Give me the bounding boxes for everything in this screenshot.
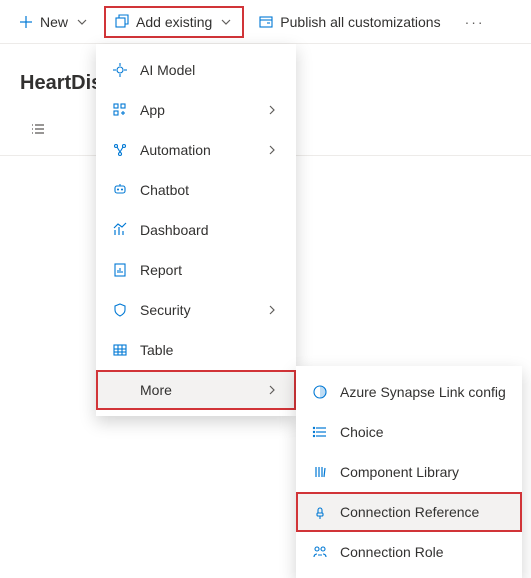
menu-item-chatbot[interactable]: Chatbot [96, 170, 296, 210]
publish-label: Publish all customizations [280, 14, 440, 30]
submenu-label: Choice [340, 424, 506, 440]
synapse-icon [312, 384, 328, 400]
ai-model-icon [112, 62, 128, 78]
component-library-icon [312, 464, 328, 480]
publish-button[interactable]: Publish all customizations [248, 6, 450, 38]
submenu-label: Azure Synapse Link config [340, 384, 506, 400]
submenu-label: Connection Reference [340, 504, 506, 520]
list-view-icon[interactable] [30, 121, 46, 137]
automation-icon [112, 142, 128, 158]
chevron-right-icon [264, 382, 280, 398]
menu-item-security[interactable]: Security [96, 290, 296, 330]
publish-icon [258, 14, 274, 30]
dashboard-icon [112, 222, 128, 238]
new-label: New [40, 14, 68, 30]
connection-role-icon [312, 544, 328, 560]
command-bar: New Add existing Publish all customizati… [0, 0, 531, 44]
chevron-down-icon [218, 14, 234, 30]
table-icon [112, 342, 128, 358]
submenu-item-synapse[interactable]: Azure Synapse Link config [296, 372, 522, 412]
report-icon [112, 262, 128, 278]
menu-item-table[interactable]: Table [96, 330, 296, 370]
submenu-item-choice[interactable]: Choice [296, 412, 522, 452]
plus-icon [18, 14, 34, 30]
chevron-down-icon [74, 14, 90, 30]
menu-label: Report [140, 262, 280, 278]
submenu-item-component-library[interactable]: Component Library [296, 452, 522, 492]
menu-item-automation[interactable]: Automation [96, 130, 296, 170]
submenu-label: Component Library [340, 464, 506, 480]
menu-label: Chatbot [140, 182, 280, 198]
add-existing-button[interactable]: Add existing [104, 6, 244, 38]
add-existing-dropdown: AI Model App Automation Chatbot Dashboar… [96, 44, 296, 416]
choice-icon [312, 424, 328, 440]
menu-label: Automation [140, 142, 252, 158]
add-existing-icon [114, 14, 130, 30]
chevron-right-icon [264, 142, 280, 158]
shield-icon [112, 302, 128, 318]
menu-label: App [140, 102, 252, 118]
chevron-right-icon [264, 302, 280, 318]
app-icon [112, 102, 128, 118]
connection-reference-icon [312, 504, 328, 520]
menu-item-ai-model[interactable]: AI Model [96, 50, 296, 90]
menu-item-dashboard[interactable]: Dashboard [96, 210, 296, 250]
menu-item-more[interactable]: More [96, 370, 296, 410]
menu-item-app[interactable]: App [96, 90, 296, 130]
new-button[interactable]: New [8, 6, 100, 38]
chatbot-icon [112, 182, 128, 198]
menu-item-report[interactable]: Report [96, 250, 296, 290]
overflow-menu-button[interactable]: ··· [455, 14, 495, 30]
menu-label: Table [140, 342, 280, 358]
menu-label: AI Model [140, 62, 280, 78]
submenu-item-connection-role[interactable]: Connection Role [296, 532, 522, 572]
menu-label: More [140, 382, 252, 398]
more-submenu: Azure Synapse Link config Choice Compone… [296, 366, 522, 578]
add-existing-label: Add existing [136, 14, 212, 30]
menu-label: Security [140, 302, 252, 318]
menu-label: Dashboard [140, 222, 280, 238]
submenu-item-connection-reference[interactable]: Connection Reference [296, 492, 522, 532]
chevron-right-icon [264, 102, 280, 118]
submenu-label: Connection Role [340, 544, 506, 560]
